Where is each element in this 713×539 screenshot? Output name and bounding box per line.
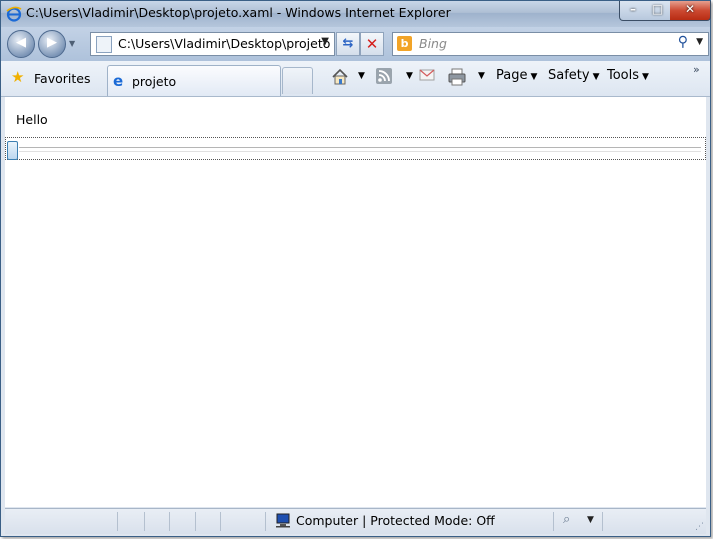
close-icon: ✕: [684, 2, 696, 16]
mail-icon: [419, 69, 435, 81]
status-divider: [169, 512, 170, 531]
title-bar: C:\Users\Vladimir\Desktop\projeto.xaml -…: [1, 1, 711, 27]
more-commands-icon[interactable]: »: [693, 63, 700, 76]
slider-track[interactable]: [19, 147, 701, 152]
refresh-button[interactable]: ⇆: [336, 32, 360, 56]
computer-icon: [276, 513, 290, 528]
chevron-down-icon: ▼: [592, 72, 600, 82]
zoom-dropdown-icon[interactable]: ▼: [587, 515, 594, 525]
chevron-down-icon: ▼: [642, 72, 649, 82]
feeds-icon: [376, 68, 392, 84]
forward-button[interactable]: ▶: [38, 30, 66, 58]
recent-pages-dropdown[interactable]: ▼: [69, 39, 75, 48]
ie-icon: [6, 6, 22, 22]
address-dropdown-icon[interactable]: ▼: [321, 36, 329, 47]
address-bar[interactable]: C:\Users\Vladimir\Desktop\projeto ▼: [90, 32, 335, 56]
status-divider: [144, 512, 145, 531]
home-dropdown-icon[interactable]: ▼: [358, 71, 365, 81]
print-dropdown-icon[interactable]: ▼: [478, 71, 485, 81]
home-icon: [332, 68, 348, 85]
back-button[interactable]: ◀: [7, 30, 35, 58]
hello-text: Hello: [16, 112, 48, 127]
zoom-icon[interactable]: ⌕: [563, 512, 570, 527]
feeds-dropdown-icon[interactable]: ▼: [406, 71, 413, 81]
maximize-button[interactable]: □: [645, 1, 671, 21]
browser-window: C:\Users\Vladimir\Desktop\projeto.xaml -…: [0, 0, 711, 537]
maximize-icon: □: [651, 2, 664, 16]
new-tab-button[interactable]: [282, 67, 313, 94]
chevron-down-icon: ▼: [530, 72, 538, 82]
status-divider: [220, 512, 221, 531]
tab-projeto[interactable]: e projeto: [107, 65, 281, 96]
page-icon: [96, 36, 112, 53]
status-bar: Computer | Protected Mode: Off ⌕ ▼ ⋰: [5, 508, 706, 534]
forward-icon: ▶: [47, 35, 57, 50]
address-text: C:\Users\Vladimir\Desktop\projeto: [118, 36, 331, 51]
ie-icon: e: [113, 72, 124, 90]
stop-button[interactable]: ✕: [360, 32, 384, 56]
page-menu[interactable]: Page ▼: [496, 68, 537, 88]
minimize-icon: –: [630, 2, 636, 16]
status-divider: [553, 512, 554, 531]
bing-icon: b: [397, 36, 412, 51]
tab-label: projeto: [132, 74, 177, 89]
status-divider: [195, 512, 196, 531]
search-box[interactable]: b Bing ⚲ ▼: [392, 32, 709, 56]
safety-menu-label: Safety: [548, 68, 590, 83]
security-zone-text[interactable]: Computer | Protected Mode: Off: [296, 513, 495, 528]
page-content: Hello: [5, 97, 706, 507]
stop-icon: ✕: [365, 35, 379, 53]
print-icon: [448, 68, 466, 86]
favorites-bar: ★ Favorites e projeto ▼ ▼ ▼ Page ▼ Safety…: [1, 61, 710, 97]
status-divider: [602, 512, 603, 531]
search-icon[interactable]: ⚲: [678, 34, 688, 50]
refresh-icon: ⇆: [342, 36, 354, 51]
status-divider: [117, 512, 118, 531]
minimize-button[interactable]: –: [619, 1, 647, 21]
favorites-label: Favorites: [34, 71, 91, 86]
status-divider: [265, 512, 266, 531]
star-icon: ★: [11, 68, 25, 86]
page-menu-label: Page: [496, 68, 528, 83]
slider-control[interactable]: [5, 137, 706, 160]
resize-grip-icon[interactable]: ⋰: [695, 522, 704, 532]
tools-menu-label: Tools: [607, 68, 640, 83]
tools-menu[interactable]: Tools ▼: [607, 68, 649, 88]
slider-thumb[interactable]: [7, 141, 18, 160]
back-icon: ◀: [16, 35, 26, 50]
close-button[interactable]: ✕: [670, 1, 711, 21]
search-placeholder: Bing: [419, 36, 447, 51]
search-options-dropdown[interactable]: ▼: [696, 37, 703, 47]
window-title: C:\Users\Vladimir\Desktop\projeto.xaml -…: [26, 5, 451, 20]
safety-menu[interactable]: Safety ▼: [548, 68, 600, 88]
